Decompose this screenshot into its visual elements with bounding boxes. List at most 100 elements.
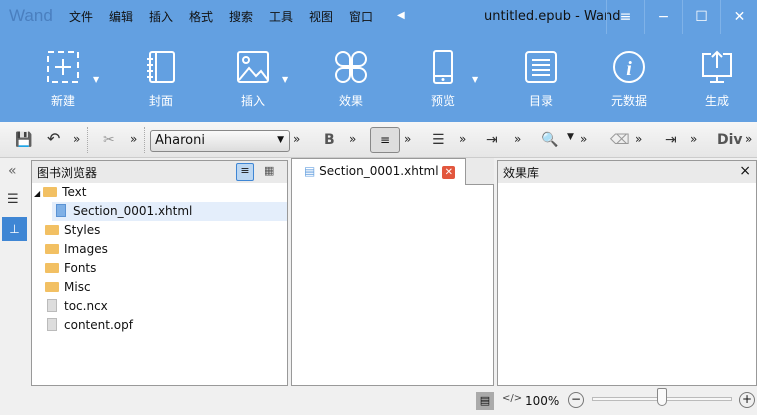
design-view-icon[interactable]: ▤: [476, 392, 494, 410]
more-9[interactable]: »: [635, 132, 642, 146]
page-icon: [56, 204, 66, 217]
find-icon[interactable]: 🔍: [541, 132, 558, 148]
zoom-in-icon[interactable]: +: [739, 392, 755, 408]
tab-section[interactable]: ▤ Section_0001.xhtml ✕: [292, 158, 466, 185]
ribbon-toc[interactable]: 目录: [506, 50, 576, 109]
folder-icon: [45, 282, 59, 292]
new-dropdown-icon[interactable]: ▼: [93, 75, 99, 84]
phone-icon: [433, 50, 453, 84]
more-4[interactable]: »: [349, 132, 356, 146]
ribbon-new[interactable]: 新建: [28, 50, 98, 109]
menu-edit[interactable]: 编辑: [109, 8, 133, 25]
more-5[interactable]: »: [404, 132, 411, 146]
preview-dropdown-icon[interactable]: ▼: [472, 75, 478, 84]
title-ribbon: Wand 文件 编辑 插入 格式 搜索 工具 视图 窗口 ◀ untitled.…: [0, 0, 757, 122]
tree-item-label: Fonts: [64, 261, 97, 275]
new-icon: [47, 51, 79, 83]
ribbon-cover[interactable]: 封面: [126, 50, 196, 109]
more-7[interactable]: »: [514, 132, 521, 146]
expand-icon[interactable]: ◢: [34, 189, 40, 198]
ribbon-effects-label: 效果: [338, 94, 363, 108]
more-10[interactable]: »: [690, 132, 697, 146]
tree-item-styles[interactable]: Styles: [45, 221, 100, 240]
more-11[interactable]: »: [745, 132, 752, 146]
separator: [87, 127, 88, 153]
tree-view-icon[interactable]: ⊥: [2, 217, 27, 241]
ribbon-metadata[interactable]: i 元数据: [594, 50, 664, 109]
font-select[interactable]: Aharoni ▼: [150, 130, 290, 152]
tree-item-misc[interactable]: Misc: [45, 278, 91, 297]
maximize-button[interactable]: ☐: [682, 0, 720, 34]
more-6[interactable]: »: [459, 132, 466, 146]
collapse-icon[interactable]: «: [8, 163, 17, 179]
book-browser-title: 图书浏览器: [37, 166, 98, 180]
tab-close-icon[interactable]: ✕: [442, 166, 456, 179]
indent-icon[interactable]: ⇥: [486, 132, 498, 148]
ribbon-effects[interactable]: 效果: [316, 50, 386, 109]
ribbon-cover-label: 封面: [148, 94, 173, 108]
ribbon-metadata-label: 元数据: [610, 94, 647, 108]
tree-item-section[interactable]: Section_0001.xhtml: [52, 202, 287, 221]
grid-mode-icon[interactable]: ▦: [264, 164, 274, 177]
find-dropdown-icon[interactable]: ▼: [567, 132, 574, 142]
zoom-out-icon[interactable]: −: [568, 392, 584, 408]
zoom-slider-thumb[interactable]: [657, 388, 667, 406]
align-left-button[interactable]: ≡: [370, 127, 400, 153]
bold-button[interactable]: B: [324, 132, 335, 148]
eraser-icon[interactable]: ⌫: [610, 132, 630, 148]
tree-item-content[interactable]: content.opf: [47, 316, 133, 335]
options-menu-icon[interactable]: ≡: [606, 0, 644, 34]
tree-item-text[interactable]: ◢ Text: [34, 183, 86, 202]
menu-file[interactable]: 文件: [69, 8, 93, 25]
save-icon[interactable]: 💾: [15, 132, 32, 148]
tree-item-label: Section_0001.xhtml: [73, 204, 193, 218]
code-view-icon[interactable]: </>: [502, 393, 522, 404]
tree-item-label: Text: [62, 185, 87, 199]
tree-item-label: Misc: [64, 280, 91, 294]
ribbon-build-label: 生成: [704, 94, 729, 108]
ribbon-build[interactable]: 生成: [682, 50, 752, 109]
more-2[interactable]: »: [130, 132, 137, 146]
minimize-button[interactable]: −: [644, 0, 682, 34]
effects-title: 效果库: [503, 166, 540, 180]
menu-view[interactable]: 视图: [309, 8, 333, 25]
ribbon-insert[interactable]: 插入: [218, 50, 288, 109]
cut-icon[interactable]: ✂: [103, 132, 115, 148]
tree-item-toc[interactable]: toc.ncx: [47, 297, 108, 316]
more-3[interactable]: »: [293, 132, 300, 146]
menu-tools[interactable]: 工具: [269, 8, 293, 25]
more-8[interactable]: »: [580, 132, 587, 146]
more-1[interactable]: »: [73, 132, 80, 146]
separator: [144, 127, 145, 153]
insert-dropdown-icon[interactable]: ▼: [282, 75, 288, 84]
tree-item-fonts[interactable]: Fonts: [45, 259, 96, 278]
book-browser-panel: 图书浏览器 ≡ ▦ ◢ Text Section_0001.xhtml Style…: [31, 160, 288, 386]
page-icon: ▤: [304, 164, 316, 178]
file-icon: [47, 318, 57, 331]
list-view-icon[interactable]: ☰: [7, 192, 19, 207]
menu-window[interactable]: 窗口: [349, 8, 373, 25]
effects-panel: 效果库 ×: [497, 160, 757, 386]
undo-icon[interactable]: ↶: [47, 129, 60, 148]
collapse-menu-icon[interactable]: ◀: [397, 10, 405, 21]
tree-item-label: Styles: [64, 223, 101, 237]
close-button[interactable]: ✕: [720, 0, 757, 34]
app-logo: Wand: [9, 6, 53, 25]
menu-search[interactable]: 搜索: [229, 8, 253, 25]
div-button[interactable]: Div: [717, 132, 743, 148]
insert-icon[interactable]: ⇥: [665, 132, 677, 148]
info-icon: i: [613, 51, 645, 83]
menu-format[interactable]: 格式: [189, 8, 213, 25]
window-title: untitled.epub - Wand: [484, 9, 621, 24]
tree-item-images[interactable]: Images: [45, 240, 108, 259]
chevron-down-icon: ▼: [277, 135, 284, 145]
ribbon-preview[interactable]: 预览: [408, 50, 478, 109]
list-icon[interactable]: ☰: [432, 132, 445, 148]
folder-icon: [45, 263, 59, 273]
effects-close-button[interactable]: ×: [739, 163, 751, 179]
tree-item-label: toc.ncx: [64, 299, 108, 313]
list-mode-icon[interactable]: ≡: [236, 163, 254, 181]
menu-insert[interactable]: 插入: [149, 8, 173, 25]
effects-header: 效果库 ×: [498, 161, 756, 183]
cover-icon: [147, 51, 175, 83]
